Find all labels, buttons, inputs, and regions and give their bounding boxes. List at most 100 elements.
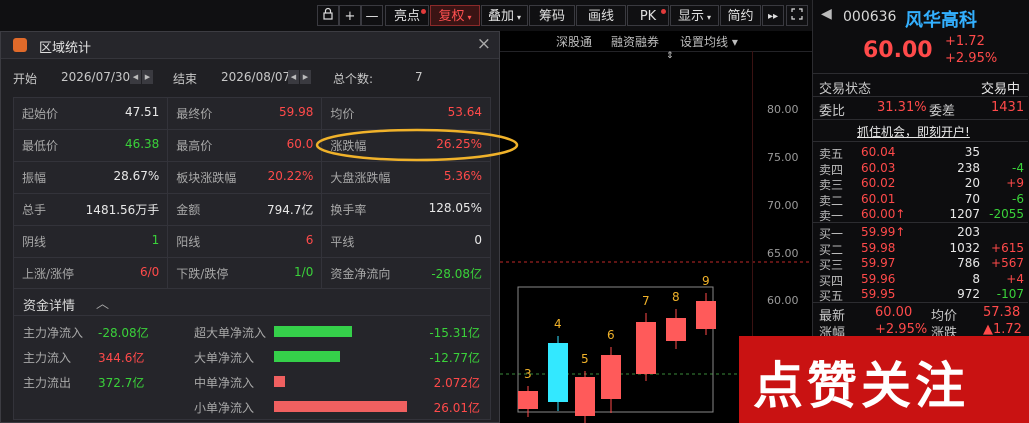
- stats-row: 振幅 28.67% 板块涨跌幅 20.22% 大盘涨跌幅 5.36%: [12, 161, 491, 194]
- dialog-header[interactable]: 区域统计 ×: [1, 32, 499, 59]
- candle-body: [601, 355, 621, 399]
- fund-details-title: 资金详情: [23, 299, 76, 314]
- zoom-in-button[interactable]: +: [339, 5, 361, 26]
- toolbar-button[interactable]: 复权 ▾: [430, 5, 480, 26]
- order-volume: 8: [972, 271, 980, 286]
- end-stepper[interactable]: ◀ ▶: [287, 69, 311, 84]
- fund-value: -12.77亿: [429, 351, 480, 365]
- price-tick: 80.00: [767, 103, 799, 116]
- start-stepper[interactable]: ◀ ▶: [129, 69, 153, 84]
- notification-dot: [421, 9, 426, 14]
- stats-label: 振幅: [22, 171, 47, 185]
- fund-value: 344.6亿: [98, 351, 145, 365]
- order-delta: -107: [996, 287, 1024, 301]
- stats-grid: 起始价 47.51 最终价 59.98 均价 53.64 最低价 46.38 最高价 60.0 涨跌…: [12, 97, 491, 290]
- order-volume: 238: [957, 160, 980, 175]
- tab-margin-trading[interactable]: 融资融券: [611, 33, 659, 50]
- chevron-left-icon[interactable]: ◀: [288, 69, 299, 84]
- tab-ma-settings[interactable]: 设置均线 ▾: [680, 33, 738, 50]
- zd-value: ▲1.72: [983, 322, 1022, 337]
- caret-down-icon: ▾: [707, 13, 712, 22]
- toolbar-button[interactable]: 显示 ▾: [670, 5, 719, 26]
- order-delta: +4: [1006, 271, 1024, 286]
- dialog-title: 区域统计: [39, 41, 92, 56]
- end-date: 2026/08/07: [221, 70, 291, 84]
- stats-label: 阳线: [176, 235, 201, 249]
- toolbar-button-label: 画线: [587, 9, 614, 24]
- candle-label: 5: [581, 352, 589, 366]
- order-row[interactable]: 卖二 60.01 70 -6: [813, 191, 1028, 208]
- app-logo-icon: [13, 38, 27, 52]
- stats-cell: 起始价 47.51: [12, 97, 169, 130]
- fund-label: 中单净流入: [194, 376, 255, 390]
- chart-subbar: 深股通 融资融券 设置均线 ▾ ⇕: [500, 31, 812, 61]
- toolbar-button-label: 简约: [727, 9, 754, 24]
- stats-value: 46.38: [124, 137, 160, 151]
- order-delta: +9: [1006, 176, 1024, 190]
- toolbar-button-label: 叠加: [487, 9, 514, 24]
- tab-hk-connect[interactable]: 深股通: [556, 33, 592, 50]
- stats-cell: 资金净流向 -28.08亿: [321, 257, 491, 290]
- order-row[interactable]: 卖五 60.04 35: [813, 145, 1028, 161]
- order-row[interactable]: 买二 59.98 1032 +615: [813, 240, 1028, 257]
- lock-button[interactable]: [317, 5, 339, 26]
- candle-label: 3: [524, 367, 532, 381]
- fund-value: 26.01亿: [433, 401, 480, 415]
- stats-value: 794.7亿: [267, 203, 314, 217]
- toolbar-button[interactable]: PK: [627, 5, 669, 26]
- order-level: 买一: [819, 227, 844, 241]
- order-delta: +615: [991, 240, 1024, 255]
- next-button[interactable]: ▸▸: [762, 5, 784, 26]
- expand-button[interactable]: [786, 5, 808, 26]
- price-tick: 60.00: [767, 294, 799, 307]
- resize-handle-icon[interactable]: ⇕: [666, 51, 674, 61]
- stats-value: 0: [474, 233, 482, 247]
- chevron-left-icon[interactable]: ◀: [130, 69, 141, 84]
- stock-code: 000636: [843, 9, 897, 25]
- stock-name: 风华高科: [905, 10, 977, 31]
- stats-label: 最终价: [176, 107, 213, 121]
- chevron-up-icon[interactable]: ︿: [96, 293, 109, 312]
- candle-label: 4: [554, 317, 562, 331]
- fund-details-header[interactable]: 资金详情 ︿: [13, 288, 491, 316]
- close-icon[interactable]: ×: [477, 34, 491, 54]
- last-price: 60.00: [863, 38, 933, 63]
- fund-label: 主力流出: [23, 376, 72, 390]
- stats-cell: 最终价 59.98: [167, 97, 323, 130]
- stats-cell: 板块涨跌幅 20.22%: [167, 161, 323, 194]
- stats-label: 最高价: [176, 139, 213, 153]
- order-row[interactable]: 买三 59.97 786 +567: [813, 256, 1028, 272]
- order-row[interactable]: 买四 59.96 8 +4: [813, 271, 1028, 288]
- toolbar-button[interactable]: 简约: [720, 5, 761, 26]
- status-value: 交易中: [981, 82, 1021, 97]
- open-account-link[interactable]: 抓住机会，即刻开户!: [857, 123, 970, 140]
- order-row[interactable]: 卖三 60.02 20 +9: [813, 176, 1028, 192]
- toolbar-button[interactable]: 叠加 ▾: [481, 5, 528, 26]
- stats-cell: 最低价 46.38: [12, 129, 169, 162]
- candle-label: 6: [607, 328, 615, 342]
- fund-label: 主力净流入: [23, 326, 84, 340]
- stats-cell: 大盘涨跌幅 5.36%: [321, 161, 491, 194]
- candle-body: [696, 301, 716, 329]
- price-change-pct: +2.95%: [945, 51, 998, 66]
- stats-cell: 换手率 128.05%: [321, 193, 491, 226]
- order-row[interactable]: 买五 59.95 972 -107: [813, 287, 1028, 303]
- order-row[interactable]: 卖四 60.03 238 -4: [813, 160, 1028, 177]
- toolbar-button[interactable]: 筹码: [529, 5, 575, 26]
- toolbar-button[interactable]: 画线: [576, 5, 626, 26]
- order-delta: -6: [1012, 191, 1024, 206]
- price-tick: 75.00: [767, 151, 799, 164]
- toolbar-button[interactable]: 亮点: [385, 5, 429, 26]
- wc-label: 委差: [929, 104, 956, 119]
- order-level: 卖四: [819, 162, 844, 177]
- fund-value: -15.31亿: [429, 326, 480, 340]
- chevron-right-icon[interactable]: ▶: [142, 69, 153, 84]
- chart-toolbar: + — 亮点 复权 ▾ 叠加 ▾ 筹码 画线 PK 显示 ▾ 简约 ▸▸: [0, 0, 812, 32]
- chevron-right-icon[interactable]: ▶: [300, 69, 311, 84]
- count-label: 总个数:: [333, 72, 374, 86]
- order-row[interactable]: 卖一 60.00↑ 1207 -2055: [813, 207, 1028, 223]
- zoom-out-button[interactable]: —: [361, 5, 383, 26]
- stats-value: 1481.56万手: [85, 203, 160, 217]
- back-icon[interactable]: ◀: [821, 6, 832, 22]
- order-row[interactable]: 买一 59.99↑ 203: [813, 225, 1028, 241]
